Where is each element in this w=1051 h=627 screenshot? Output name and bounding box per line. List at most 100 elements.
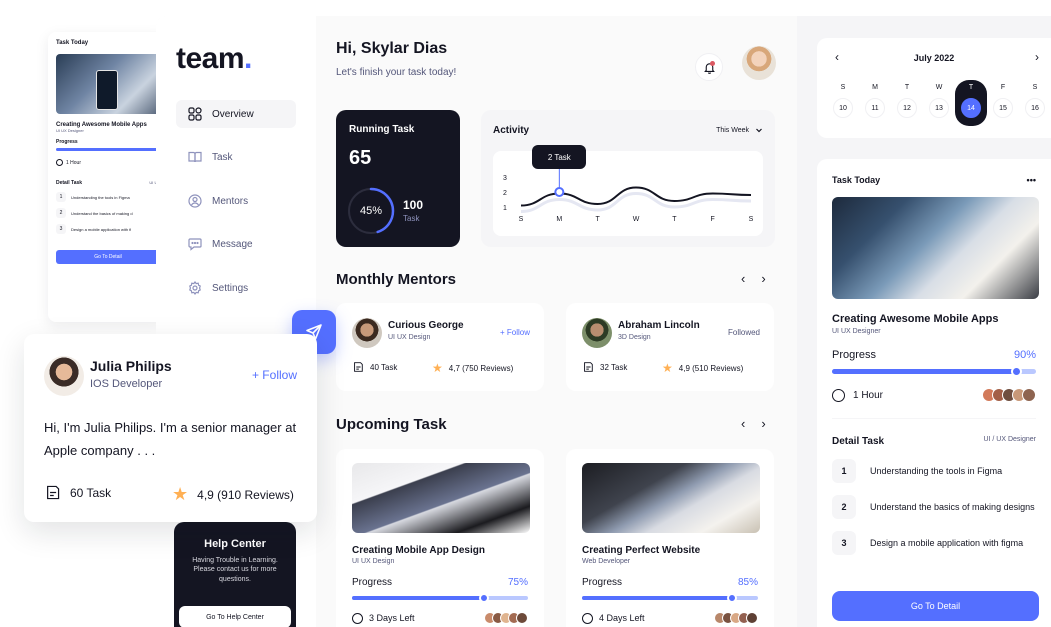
weekday-label: W [935, 84, 943, 91]
sidebar-item-label: Mentors [212, 195, 249, 207]
detail-step: 2 Understand the basics of making designs [832, 495, 1036, 519]
chevron-down-icon [756, 128, 762, 133]
gear-icon [188, 281, 202, 295]
chevron-right-icon[interactable]: › [761, 271, 765, 286]
mini-step: 2 Understand the basics of making d [56, 208, 160, 218]
y-tick-label: 2 [503, 190, 507, 197]
book-icon [188, 150, 202, 164]
sidebar-item-message[interactable]: Message [176, 230, 296, 258]
weekday-label: T [904, 84, 910, 91]
running-task-percent: 45% [359, 205, 383, 217]
follow-button[interactable]: + Follow [252, 368, 297, 382]
task-progress-label: Progress [352, 577, 393, 588]
calendar-day-13[interactable]: W 13 [923, 84, 955, 126]
follow-button[interactable]: + Follow [500, 328, 530, 337]
progress-knob [726, 593, 737, 603]
profile-role: IOS Developer [90, 378, 163, 390]
task-footer: 4 Days Left [582, 612, 758, 624]
task-progress-bar [582, 593, 758, 603]
sidebar-item-settings[interactable]: Settings [176, 274, 296, 302]
calendar-day-14[interactable]: T 14 [955, 80, 987, 126]
mentor-avatar [582, 318, 612, 348]
user-avatar[interactable] [742, 46, 776, 80]
activity-range-select[interactable]: This Week [716, 126, 763, 134]
mini-task-card: Task Today Creating Awesome Mobile Apps … [48, 32, 168, 322]
mentor-card[interactable]: Abraham Lincoln 3D Design Followed 32 Ta… [566, 303, 774, 391]
detail-step: 3 Design a mobile application with figma [832, 531, 1036, 555]
assignee-avatars [484, 612, 528, 624]
chevron-right-icon[interactable]: › [1035, 50, 1039, 64]
mini-time-label: 1 Hour [66, 159, 82, 166]
calendar-day-16[interactable]: S 16 [1019, 84, 1051, 126]
task-today-time: 1 Hour [832, 388, 1036, 402]
detail-step: 1 Understanding the tools in Figma [832, 459, 1036, 483]
logo: team. [176, 42, 252, 76]
profile-rating: ★ 4,9 (910 Reviews) [172, 484, 294, 505]
task-today-progress-bar [832, 366, 1036, 377]
task-today-progress-header: Progress 90% [832, 349, 1036, 361]
mentor-tasks: 32 Task [582, 361, 627, 373]
mentor-rating: ★ 4,7 (750 Reviews) [432, 361, 513, 375]
help-center-title: Help Center [204, 538, 266, 550]
task-image [352, 463, 530, 533]
mini-card-title: Task Today [56, 40, 89, 46]
step-text: Understand the basics of making designs [870, 502, 1035, 512]
x-tick-label: W [633, 216, 640, 223]
mentor-role: UI UX Design [388, 334, 431, 341]
mini-step: 3 Design a mobile application with fi [56, 224, 160, 234]
detail-task-header: Detail Task UI / UX Designer [832, 436, 1036, 447]
followed-button[interactable]: Followed [728, 328, 760, 337]
day-number: 13 [929, 98, 949, 118]
step-number: 3 [832, 531, 856, 555]
sidebar-item-label: Settings [212, 282, 249, 294]
go-to-help-center-button[interactable]: Go To Help Center [179, 606, 291, 627]
sidebar-item-label: Task [212, 151, 233, 163]
right-panel: ‹ July 2022 › S 10 M 11 T 12 W 13 T 14 F 15 S 16 Task… [797, 16, 1051, 627]
chevron-left-icon[interactable]: ‹ [741, 271, 745, 286]
mini-detail-header: Detail Task UI UX [56, 180, 160, 186]
notification-button[interactable] [695, 53, 723, 81]
task-today-title: Task Today [832, 175, 881, 185]
upcoming-task-card[interactable]: Creating Mobile App Design UI UX Design … [336, 449, 544, 627]
sidebar-item-overview[interactable]: Overview [176, 100, 296, 128]
task-icon [354, 362, 363, 372]
mentor-tasks-label: 40 Task [370, 362, 398, 372]
more-icon[interactable]: ••• [1027, 175, 1036, 185]
calendar-day-12[interactable]: T 12 [891, 84, 923, 126]
greeting: Hi, Skylar Dias [336, 40, 448, 57]
step-text: Understanding the tools in Figma [870, 466, 1003, 476]
mini-task-role: UI UX Designer [56, 128, 84, 133]
sidebar-item-mentors[interactable]: Mentors [176, 187, 296, 215]
task-progress-header: Progress 85% [582, 577, 758, 588]
upcoming-task-card[interactable]: Creating Perfect Website Web Developer P… [566, 449, 774, 627]
running-task-unit: Task [403, 214, 420, 223]
activity-chart: 1 2 3 S M T W T F S 2 Task [493, 145, 763, 236]
mini-go-to-detail-button[interactable]: Go To Detail [56, 250, 160, 264]
chevron-left-icon[interactable]: ‹ [741, 416, 745, 431]
task-image [582, 463, 760, 533]
calendar-days: S 10 M 11 T 12 W 13 T 14 F 15 S 16 [827, 80, 1051, 126]
mini-time: 1 Hour [56, 159, 160, 166]
sidebar-item-label: Overview [212, 108, 254, 120]
task-today-progress-label: Progress [832, 349, 877, 361]
x-tick-label: S [519, 216, 524, 223]
assignee-avatars [714, 612, 758, 624]
sidebar-item-task[interactable]: Task [176, 143, 296, 171]
calendar-day-10[interactable]: S 10 [827, 84, 859, 126]
mini-detail-label: Detail Task [56, 180, 83, 186]
progress-knob [1010, 366, 1022, 377]
help-center-desc: Having Trouble in Learning. Please conta… [192, 557, 278, 583]
mentor-rating: ★ 4,9 (510 Reviews) [662, 361, 743, 375]
task-progress-percent: 85% [737, 577, 758, 588]
star-icon: ★ [662, 361, 673, 375]
calendar-day-15[interactable]: F 15 [987, 84, 1019, 126]
x-tick-label: F [711, 216, 715, 223]
progress-knob [479, 593, 489, 603]
task-today-image [832, 197, 1039, 299]
logo-dot: . [244, 42, 252, 75]
go-to-detail-button[interactable]: Go To Detail [832, 591, 1039, 621]
mentor-card[interactable]: Curious George UI UX Design + Follow 40 … [336, 303, 544, 391]
help-center-card: Help Center Having Trouble in Learning. … [174, 522, 296, 627]
calendar-day-11[interactable]: M 11 [859, 84, 891, 126]
chevron-right-icon[interactable]: › [761, 416, 765, 431]
